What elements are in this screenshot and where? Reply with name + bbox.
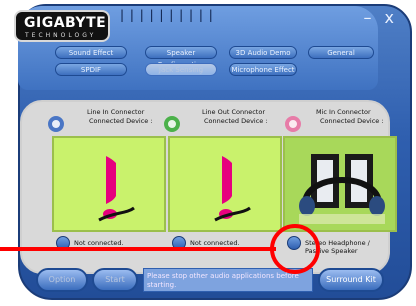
window-controls: – x: [363, 8, 394, 27]
line-out-device-label: Connected Device :: [204, 117, 268, 125]
line-out-header: Line Out Connector Connected Device :: [188, 108, 298, 126]
surround-kit-button[interactable]: Surround Kit: [318, 268, 384, 292]
exclamation-icon: [214, 156, 251, 222]
tab-3d-audio-demo[interactable]: 3D Audio Demo: [229, 46, 297, 59]
tab-sound-effect[interactable]: Sound Effect: [55, 46, 127, 59]
tab-speaker-configuration[interactable]: Speaker Configuration: [145, 46, 217, 69]
line-in-status-text: Not connected.: [74, 239, 124, 247]
tab-microphone-effect[interactable]: Microphone Effect: [229, 63, 297, 76]
mic-in-title: Mic In Connector: [316, 108, 371, 116]
exclamation-icon: [98, 156, 135, 222]
close-button[interactable]: x: [385, 8, 394, 27]
mic-in-card: [283, 136, 397, 232]
mic-in-ring-icon: [285, 116, 301, 132]
callout-pointer: [0, 247, 276, 251]
tab-jack-sensing[interactable]: Jack Sensing: [145, 63, 217, 76]
tab-general[interactable]: General: [308, 46, 374, 59]
option-button[interactable]: Option: [36, 268, 88, 292]
line-in-ring-icon: [48, 116, 64, 132]
line-out-card: [168, 136, 282, 232]
line-in-card: [52, 136, 166, 232]
minimize-button[interactable]: –: [363, 8, 371, 27]
message-text: Please stop other audio applications bef…: [147, 272, 299, 289]
gigabyte-logo: GIGABYTE TECHNOLOGY: [14, 10, 110, 42]
mic-in-device-label: Connected Device :: [320, 117, 384, 125]
start-button[interactable]: Start: [92, 268, 138, 292]
line-out-title: Line Out Connector: [202, 108, 265, 116]
headphones-icon: [299, 154, 385, 224]
line-in-device-label: Connected Device :: [89, 117, 153, 125]
line-out-status-text: Not connected.: [190, 239, 240, 247]
highlight-circle: [270, 224, 320, 274]
mic-in-header: Mic In Connector Connected Device :: [304, 108, 414, 126]
brand-tagline: TECHNOLOGY: [25, 32, 97, 39]
line-in-title: Line In Connector: [87, 108, 145, 116]
bottom-bar: Option Start Please stop other audio app…: [36, 268, 386, 292]
tab-spdif[interactable]: SPDIF: [55, 63, 127, 76]
line-out-ring-icon: [164, 116, 180, 132]
title-grip[interactable]: | | | | | | | | | |: [120, 8, 214, 22]
brand-name: GIGABYTE: [24, 15, 107, 31]
